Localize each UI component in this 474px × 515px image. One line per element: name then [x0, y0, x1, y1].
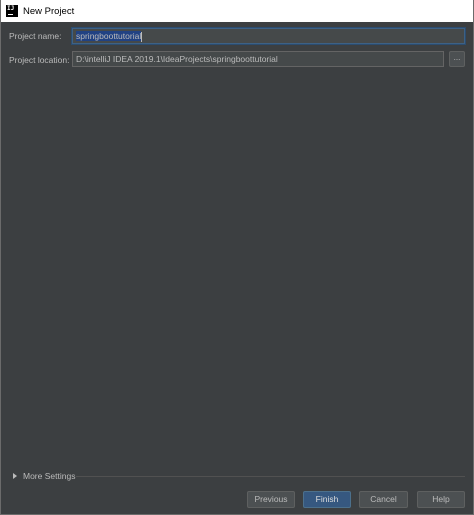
window-title: New Project — [23, 5, 75, 17]
title-bar[interactable]: IJ New Project — [1, 0, 473, 22]
project-name-value: springboottutorial — [76, 31, 142, 41]
new-project-dialog: IJ New Project Project name: springboott… — [0, 0, 474, 515]
cancel-button[interactable]: Cancel — [359, 491, 408, 508]
more-settings-toggle[interactable]: More Settings — [13, 471, 75, 481]
previous-button[interactable]: Previous — [247, 491, 295, 508]
more-settings-divider — [76, 476, 465, 477]
help-button[interactable]: Help — [417, 491, 465, 508]
finish-button[interactable]: Finish — [303, 491, 351, 508]
project-location-value: D:\intelliJ IDEA 2019.1\IdeaProjects\spr… — [76, 54, 278, 64]
more-settings-label: More Settings — [23, 471, 76, 481]
project-location-input[interactable]: D:\intelliJ IDEA 2019.1\IdeaProjects\spr… — [72, 51, 444, 67]
app-icon-text: IJ — [7, 5, 15, 12]
project-name-label: Project name: — [9, 31, 62, 41]
browse-location-button[interactable]: ... — [449, 51, 465, 67]
intellij-idea-icon: IJ — [6, 5, 18, 17]
project-location-label: Project location: — [9, 55, 70, 65]
project-name-input[interactable]: springboottutorial — [72, 28, 465, 44]
expand-triangle-icon — [13, 473, 17, 479]
